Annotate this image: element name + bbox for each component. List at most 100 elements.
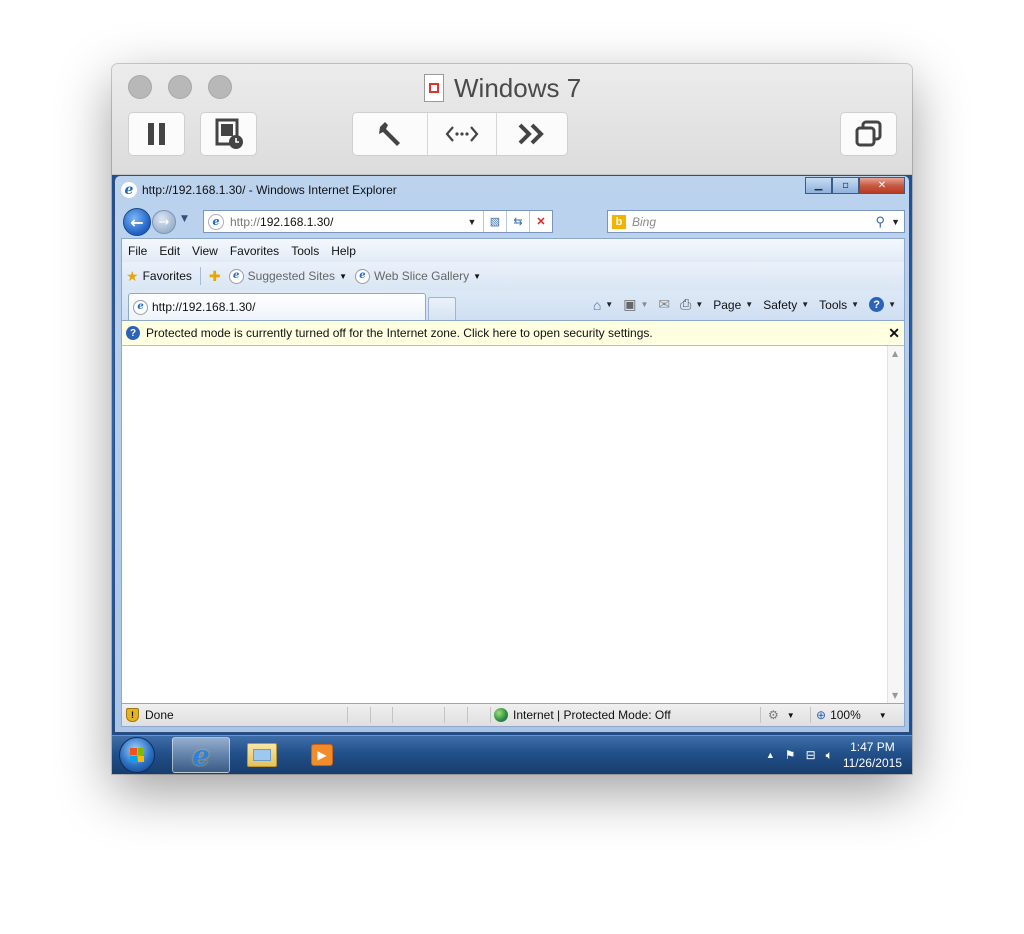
search-options-dropdown-icon[interactable]: ▼ [891, 217, 900, 227]
pause-button[interactable] [128, 112, 185, 156]
refresh-icon[interactable]: ⇆ [506, 211, 529, 232]
menu-bar: File Edit View Favorites Tools Help [121, 238, 905, 262]
command-buttons: ⌂ ▼ ▣ ▼ ✉ ⎙ ▼ Page ▼ Safety ▼ Tools ▼ ? ▼ [593, 296, 896, 313]
vertical-scrollbar[interactable]: ▲ ▼ [887, 346, 904, 703]
system-tray: ▲ ⚑ ⊟ 🔈︎ 1:47 PM 11/26/2015 [766, 736, 902, 774]
address-bar[interactable]: e http:// 192.168.1.30/ ▼ ▧ ⇆ ✕ [203, 210, 553, 233]
minimize-light[interactable] [168, 75, 192, 99]
favorites-star-icon: ★ [126, 267, 139, 284]
web-slice-gallery-link[interactable]: e Web Slice Gallery ▼ [351, 268, 485, 284]
vm-window: Windows 7 e http://192.168.1.30/ - Windo… [112, 64, 912, 774]
security-zone[interactable]: Internet | Protected Mode: Off [494, 704, 671, 726]
clock[interactable]: 1:47 PM 11/26/2015 [843, 739, 902, 771]
snapshot-icon [215, 118, 243, 149]
menu-view[interactable]: View [186, 244, 224, 258]
network-button[interactable] [427, 113, 495, 155]
network-icon [445, 126, 479, 142]
tab-current[interactable]: e http://192.168.1.30/ [128, 293, 426, 320]
safety-dropdown-icon[interactable]: ▼ [801, 300, 809, 309]
network-status-icon[interactable]: ⊟ [806, 748, 816, 762]
taskbar-windows-explorer[interactable] [233, 737, 291, 773]
address-host: 192.168.1.30/ [260, 214, 334, 229]
media-player-icon: ▶ [311, 744, 333, 766]
zoom-light[interactable] [208, 75, 232, 99]
tools-menu-label[interactable]: Tools [819, 298, 847, 312]
search-icon[interactable]: ⚲ [876, 214, 886, 230]
close-icon[interactable]: ✕ [888, 325, 900, 342]
tools-dropdown-icon[interactable]: ▼ [851, 300, 859, 309]
read-mail-icon[interactable]: ✉ [658, 296, 670, 313]
back-arrow-icon: ← [130, 212, 144, 232]
protected-mode-icon: ⚙ [768, 708, 779, 722]
taskbar-media-player[interactable]: ▶ [293, 737, 351, 773]
add-to-favorites-bar-button[interactable]: ✚ [205, 268, 225, 285]
page-icon: e [208, 213, 224, 230]
zoom-control[interactable]: ⊕ 100% ▼ [816, 704, 887, 726]
search-box[interactable]: b Bing ⚲ ▼ [607, 210, 905, 233]
page-dropdown-icon[interactable]: ▼ [745, 300, 753, 309]
wrench-icon [379, 122, 401, 146]
help-dropdown-icon[interactable]: ▼ [888, 300, 896, 309]
menu-edit[interactable]: Edit [153, 244, 186, 258]
home-dropdown-icon[interactable]: ▼ [605, 300, 613, 309]
help-icon[interactable]: ? [869, 297, 885, 312]
forward-button[interactable]: → [152, 210, 176, 234]
infobar-text: Protected mode is currently turned off f… [146, 326, 653, 340]
scroll-down-icon[interactable]: ▼ [892, 691, 898, 700]
snapshot-button[interactable] [200, 112, 257, 156]
close-light[interactable] [128, 75, 152, 99]
feeds-dropdown-icon[interactable]: ▼ [640, 300, 648, 309]
windows-desktop: e http://192.168.1.30/ - Windows Interne… [112, 175, 912, 774]
ie-titlebar: e http://192.168.1.30/ - Windows Interne… [121, 180, 397, 200]
volume-icon[interactable]: 🔈︎ [826, 748, 833, 763]
compatibility-view-icon[interactable]: ▧ [483, 211, 506, 232]
zoom-icon: ⊕ [816, 708, 827, 722]
recent-pages-dropdown[interactable]: ▼ [181, 214, 188, 224]
print-dropdown-icon[interactable]: ▼ [695, 300, 703, 309]
window-icon [855, 120, 881, 147]
status-text: Done [145, 708, 174, 722]
favorites-button[interactable]: ★ Favorites [122, 268, 196, 285]
print-icon[interactable]: ⎙ [680, 296, 691, 313]
favorites-bar: ★ Favorites ✚ e Suggested Sites ▼ e Web … [121, 262, 905, 290]
start-button[interactable] [119, 737, 155, 773]
window-mode-button[interactable] [840, 112, 897, 156]
bing-icon: b [612, 214, 626, 229]
maximize-button[interactable]: ▫ [832, 177, 859, 194]
vm-document-icon [424, 74, 444, 102]
favorites-label: Favorites [142, 269, 192, 283]
close-button[interactable]: ✕ [859, 177, 905, 194]
ie-icon: e [121, 182, 137, 198]
menu-favorites[interactable]: Favorites [224, 244, 285, 258]
address-dropdown-icon[interactable]: ▼ [461, 211, 483, 232]
page-content[interactable]: ▲ ▼ [121, 346, 905, 703]
caption-buttons: ▁ ▫ ✕ [805, 177, 905, 194]
home-icon[interactable]: ⌂ [593, 297, 601, 313]
popup-dropdown-icon: ▼ [786, 710, 795, 720]
folder-icon [247, 743, 277, 767]
menu-help[interactable]: Help [325, 244, 362, 258]
page-menu-label[interactable]: Page [713, 298, 741, 312]
settings-button[interactable] [353, 113, 427, 155]
zoom-level: 100% [830, 708, 861, 722]
feeds-icon[interactable]: ▣ [623, 296, 636, 313]
new-tab-button[interactable] [428, 297, 456, 320]
menu-file[interactable]: File [122, 244, 153, 258]
show-hidden-icons-icon[interactable]: ▲ [766, 750, 775, 760]
vm-title: Windows 7 [424, 68, 581, 108]
action-center-flag-icon[interactable]: ⚑ [785, 748, 796, 762]
fast-forward-button[interactable] [495, 113, 567, 155]
scroll-up-icon[interactable]: ▲ [892, 349, 898, 358]
status-text-area: ! Done [126, 704, 174, 726]
stop-icon[interactable]: ✕ [529, 211, 552, 232]
taskbar-internet-explorer[interactable]: e [172, 737, 230, 773]
popup-settings[interactable]: ⚙ ▼ [768, 704, 795, 726]
minimize-button[interactable]: ▁ [805, 177, 832, 194]
fast-forward-icon [518, 123, 544, 145]
safety-menu-label[interactable]: Safety [763, 298, 797, 312]
information-bar[interactable]: ? Protected mode is currently turned off… [121, 320, 905, 346]
menu-tools[interactable]: Tools [285, 244, 325, 258]
suggested-sites-link[interactable]: e Suggested Sites ▼ [225, 268, 351, 284]
back-button[interactable]: ← [123, 208, 151, 236]
clock-date: 11/26/2015 [842, 756, 902, 770]
